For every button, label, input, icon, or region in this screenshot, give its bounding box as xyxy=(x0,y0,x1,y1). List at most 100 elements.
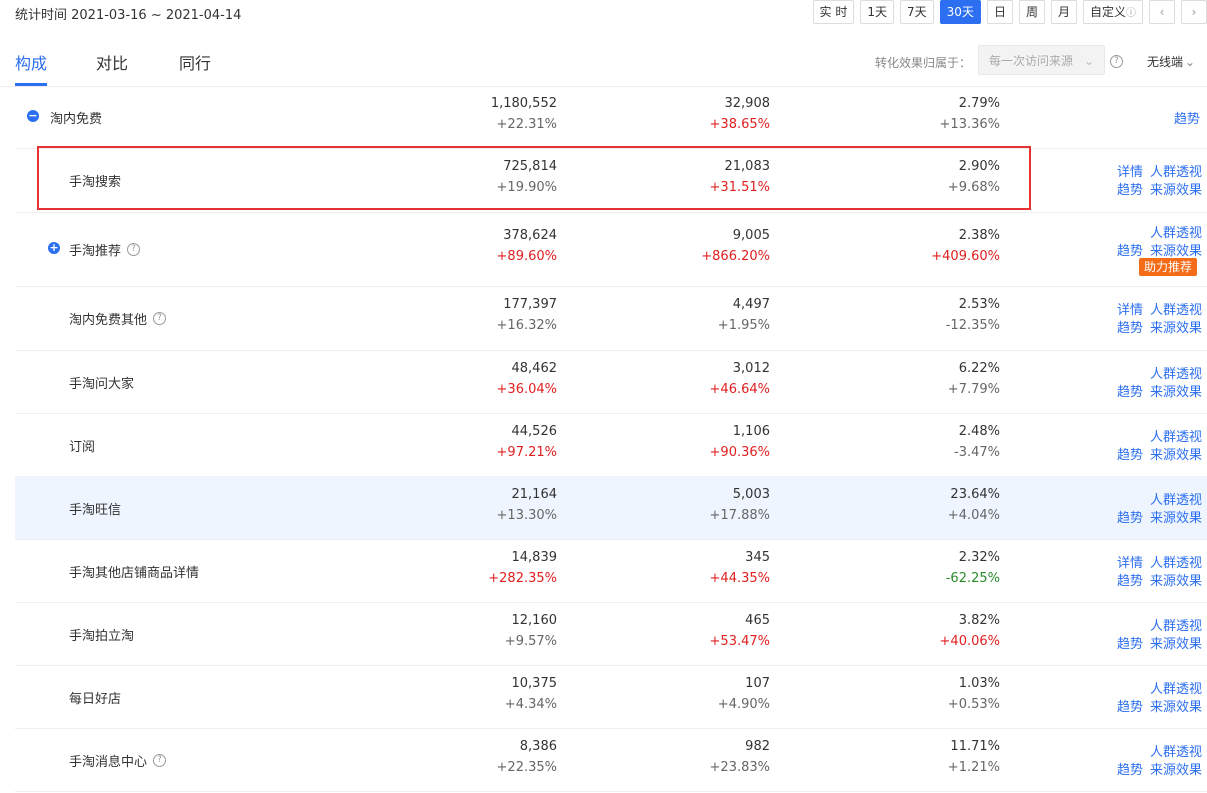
metric-change: +4.90% xyxy=(717,696,770,712)
boost-recommend-badge[interactable]: 助力推荐 xyxy=(1139,258,1198,276)
link-1[interactable]: 趋势 xyxy=(1117,507,1143,526)
top-bar: 统计时间 2021-03-16 ~ 2021-04-14 实 时 1天 7天 3… xyxy=(0,0,1207,34)
link-2[interactable]: 来源效果 xyxy=(1150,759,1202,778)
link-0[interactable]: 详情 xyxy=(1117,299,1143,318)
link-2[interactable]: 趋势 xyxy=(1117,570,1143,589)
row-name: 手淘推荐 xyxy=(69,244,122,259)
link-1[interactable]: 趋势 xyxy=(1117,444,1143,463)
custom-label: 自定义 xyxy=(1089,5,1126,19)
link-0[interactable]: 人群透视 xyxy=(1150,489,1202,508)
link-2[interactable]: 来源效果 xyxy=(1150,633,1202,652)
custom-button[interactable]: 自定义ⓘ xyxy=(1082,0,1143,24)
link-2[interactable]: 来源效果 xyxy=(1150,444,1202,463)
link-2[interactable]: 趋势 xyxy=(1117,317,1143,336)
metric-value: 44,526 xyxy=(511,423,558,439)
row-name: 手淘搜索 xyxy=(69,175,122,190)
help-icon: ⓘ xyxy=(1126,8,1136,19)
attribution-select[interactable]: 每一次访问来源 ⌄ xyxy=(978,45,1105,75)
link-0[interactable]: 人群透视 xyxy=(1150,678,1202,697)
link-0[interactable]: 详情 xyxy=(1117,552,1143,571)
metric-value: 3.82% xyxy=(958,612,1000,628)
link-1[interactable]: 趋势 xyxy=(1117,759,1143,778)
attribution-label: 转化效果归属于： xyxy=(875,56,972,70)
realtime-button[interactable]: 实 时 xyxy=(812,0,855,24)
metric-change: +1.95% xyxy=(717,318,770,333)
metric-value: 725,814 xyxy=(503,159,557,174)
metric-value: 11.71% xyxy=(950,738,1000,754)
tab-comparison[interactable]: 对比 xyxy=(96,50,128,74)
link-0[interactable]: 人群透视 xyxy=(1150,363,1202,382)
metric-change: +36.04% xyxy=(496,381,557,397)
link-1[interactable]: 人群透视 xyxy=(1150,161,1202,180)
link-2[interactable]: 趋势 xyxy=(1117,179,1143,198)
link-2[interactable]: 来源效果 xyxy=(1150,381,1202,400)
metric-change: +13.30% xyxy=(496,507,557,523)
link-3[interactable]: 来源效果 xyxy=(1150,570,1202,589)
metric-change: +38.65% xyxy=(709,117,770,132)
chevron-down-icon: ⌄ xyxy=(1185,55,1196,69)
table-row: 手淘拍立淘 12,160 +9.57% 465 +53.47% 3.82% +40.06% 人… xyxy=(15,602,1207,666)
metric-change: +40.06% xyxy=(939,633,1000,649)
30day-button[interactable]: 30天 xyxy=(939,0,981,24)
row-name: 淘内免费 xyxy=(50,112,103,127)
7day-button[interactable]: 7天 xyxy=(900,0,934,24)
metric-change: +22.35% xyxy=(496,759,557,775)
table-row: − 淘内免费 1,180,552 +22.31% 32,908 +38.65% 2.79% +… xyxy=(15,86,1207,149)
metric-change: +9.57% xyxy=(504,633,557,649)
metric-value: 14,839 xyxy=(511,549,558,565)
link-1[interactable]: 趋势 xyxy=(1117,240,1143,259)
metric-change: +1.21% xyxy=(947,759,1000,775)
link-3[interactable]: 来源效果 xyxy=(1150,179,1202,198)
tab-composition[interactable]: 构成 xyxy=(15,50,47,74)
metric-change: +89.60% xyxy=(496,249,557,264)
table-row: 手淘其他店铺商品详情 14,839 +282.35% 345 +44.35% 2.32% -… xyxy=(15,539,1207,603)
link-0[interactable]: 人群透视 xyxy=(1150,741,1202,760)
device-label: 无线端 xyxy=(1147,55,1184,69)
expand-icon[interactable]: + xyxy=(48,242,60,254)
help-icon[interactable]: ? xyxy=(153,753,166,767)
link-2[interactable]: 来源效果 xyxy=(1150,696,1202,715)
metric-value: 1,180,552 xyxy=(490,96,557,111)
collapse-icon[interactable]: − xyxy=(27,110,39,122)
metric-value: 2.32% xyxy=(958,549,1000,565)
next-arrow-button[interactable]: › xyxy=(1181,0,1207,24)
link-0[interactable]: 详情 xyxy=(1117,161,1143,180)
link-1[interactable]: 趋势 xyxy=(1117,633,1143,652)
metric-change: +7.79% xyxy=(947,381,1000,397)
metric-change: +866.20% xyxy=(701,249,770,264)
link-1[interactable]: 趋势 xyxy=(1117,381,1143,400)
metric-change: +13.36% xyxy=(939,117,1000,132)
1day-button[interactable]: 1天 xyxy=(860,0,895,24)
link-1[interactable]: 人群透视 xyxy=(1150,552,1202,571)
metric-change: -62.25% xyxy=(945,570,1000,586)
table-row: 淘内免费其他? 177,397 +16.32% 4,497 +1.95% 2.53% -12… xyxy=(15,286,1207,351)
link-0[interactable]: 人群透视 xyxy=(1150,426,1202,445)
metric-change: +17.88% xyxy=(709,507,770,523)
link-0[interactable]: 人群透视 xyxy=(1150,222,1202,241)
row-name: 订阅 xyxy=(69,439,96,455)
metric-value: 345 xyxy=(745,549,770,565)
metric-change: +31.51% xyxy=(709,180,770,195)
help-icon[interactable]: ? xyxy=(127,243,140,256)
link-2[interactable]: 来源效果 xyxy=(1150,240,1202,259)
day-button[interactable]: 日 xyxy=(986,0,1013,24)
metric-value: 21,083 xyxy=(724,159,771,174)
metric-value: 2.53% xyxy=(958,297,1000,312)
help-icon[interactable]: ? xyxy=(1110,55,1123,68)
link-1[interactable]: 趋势 xyxy=(1117,696,1143,715)
link-0[interactable]: 趋势 xyxy=(1174,108,1200,127)
prev-arrow-button[interactable]: ‹ xyxy=(1149,0,1175,24)
week-button[interactable]: 周 xyxy=(1018,0,1045,24)
link-2[interactable]: 来源效果 xyxy=(1150,507,1202,526)
metric-value: 10,375 xyxy=(511,675,558,691)
metric-value: 21,164 xyxy=(511,486,558,502)
help-icon[interactable]: ? xyxy=(153,312,166,325)
link-3[interactable]: 来源效果 xyxy=(1150,317,1202,336)
device-select[interactable]: 无线端 ⌄ xyxy=(1147,53,1195,70)
link-0[interactable]: 人群透视 xyxy=(1150,615,1202,634)
month-button[interactable]: 月 xyxy=(1050,0,1077,24)
link-1[interactable]: 人群透视 xyxy=(1150,299,1202,318)
tab-peers[interactable]: 同行 xyxy=(179,50,211,74)
metric-change: +16.32% xyxy=(496,318,557,333)
metric-value: 1,106 xyxy=(732,423,770,439)
